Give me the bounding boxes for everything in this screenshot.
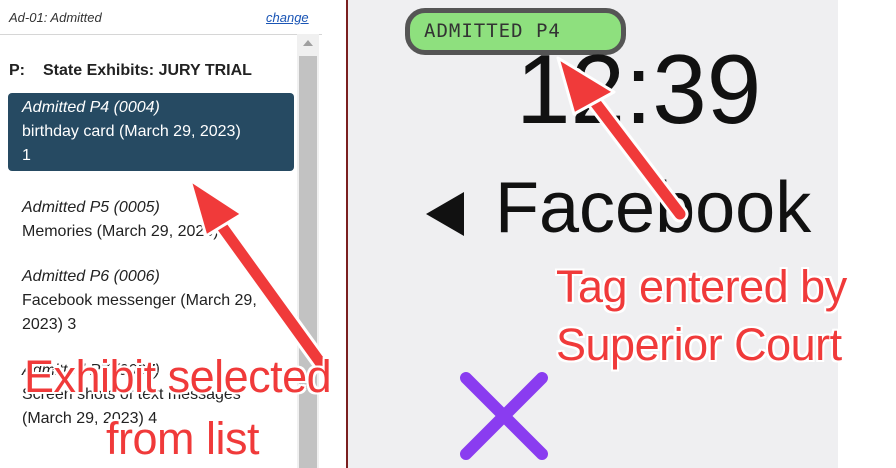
scrollbar-thumb[interactable] [299, 56, 317, 468]
close-x-icon [460, 372, 548, 460]
annotation-text: Superior Court [556, 319, 842, 370]
exhibit-tag: Admitted P6 (0006) [22, 268, 160, 285]
exhibit-list-item[interactable]: Admitted P6 (0006) Facebook messenger (M… [8, 262, 294, 340]
change-link[interactable]: change [266, 10, 309, 25]
section-title: State Exhibits: JURY TRIAL [43, 62, 252, 79]
section-heading: P: State Exhibits: JURY TRIAL [9, 62, 252, 80]
sidebar-header: Ad-01: Admitted change [0, 0, 322, 35]
exhibit-tag: Admitted P4 (0004) [22, 99, 160, 116]
back-app-label: Facebook [495, 168, 812, 248]
exhibit-list-item[interactable]: Admitted P5 (0005) Memories (March 29, 2… [8, 193, 294, 247]
exhibit-description: Facebook messenger (March 29, 2023) 3 [22, 292, 257, 333]
annotation-text: from list [106, 413, 260, 464]
scroll-up-arrow-icon[interactable] [303, 40, 313, 46]
admission-status-label: Ad-01: Admitted [9, 10, 102, 25]
exhibit-description: Memories (March 29, 2023) 2 [22, 223, 232, 240]
phone-clock: 12:39 [516, 34, 762, 144]
exhibit-description: birthday card (March 29, 2023) [22, 123, 241, 140]
exhibit-list-item-selected[interactable]: Admitted P4 (0004) birthday card (March … [8, 93, 294, 171]
section-prefix: P: [9, 62, 25, 79]
exhibit-tag: Admitted P5 (0005) [22, 199, 160, 216]
annotation-text: Tag entered by [556, 261, 847, 312]
back-arrow-icon [426, 192, 464, 236]
exhibit-number: 1 [22, 147, 31, 164]
annotation-text: Exhibit selected [24, 351, 332, 402]
preview-margin [838, 0, 896, 468]
